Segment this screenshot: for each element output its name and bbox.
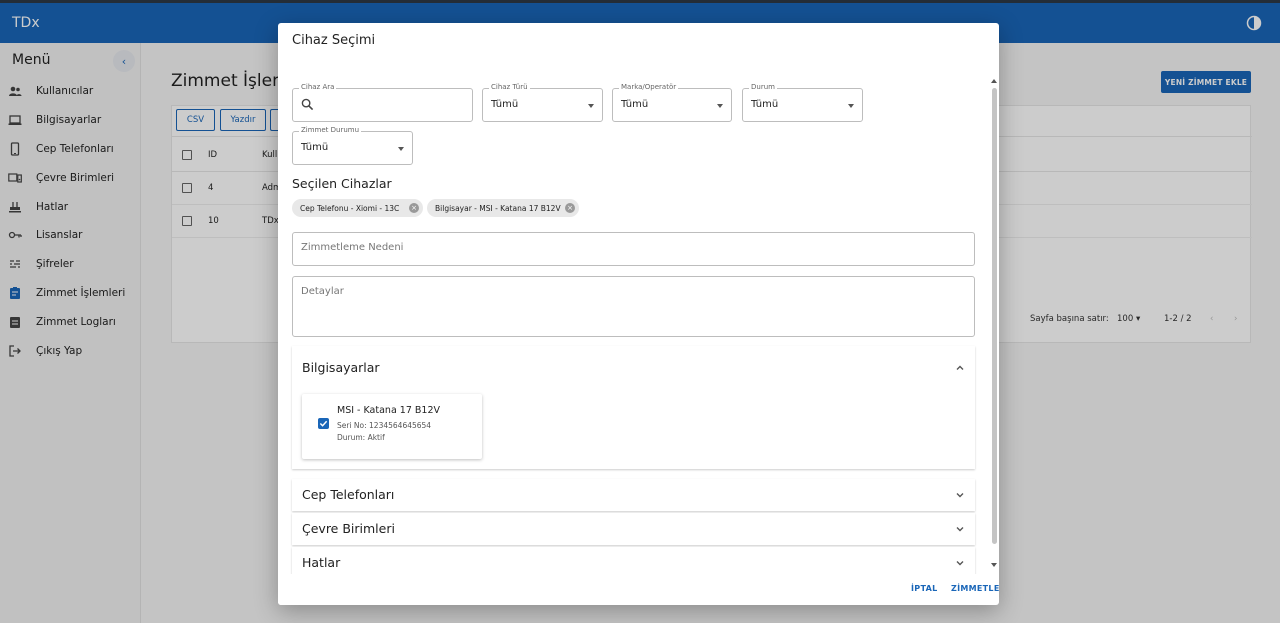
field-label: Durum bbox=[749, 83, 777, 91]
assign-button[interactable]: ZİMMETLE bbox=[951, 584, 999, 593]
dropdown-arrow-icon bbox=[848, 104, 854, 108]
accordion-title: Çevre Birimleri bbox=[302, 521, 395, 536]
chevron-down-icon bbox=[956, 527, 964, 532]
chevron-up-icon[interactable] bbox=[955, 363, 965, 373]
accordion-peripherals[interactable]: Çevre Birimleri bbox=[292, 513, 975, 545]
device-checkbox[interactable] bbox=[318, 418, 329, 429]
chip-remove-icon[interactable]: × bbox=[565, 203, 575, 213]
cancel-button[interactable]: İPTAL bbox=[911, 584, 937, 593]
chip-label: Cep Telefonu - Xiomi - 13C bbox=[300, 203, 400, 213]
accordion-title[interactable]: Bilgisayarlar bbox=[302, 360, 380, 375]
device-name: MSI - Katana 17 B12V bbox=[337, 405, 441, 416]
scroll-down-icon[interactable] bbox=[991, 563, 997, 567]
device-serial: Seri No: 1234564645654 bbox=[337, 421, 432, 430]
device-status: Durum: Aktif bbox=[337, 433, 385, 442]
device-search-input[interactable]: Cihaz Ara bbox=[292, 83, 473, 122]
field-value: Tümü bbox=[301, 142, 329, 153]
field-value: Tümü bbox=[751, 99, 779, 110]
accordion-title: Cep Telefonları bbox=[302, 487, 395, 502]
status-select[interactable]: Durum Tümü bbox=[742, 83, 863, 122]
device-selection-dialog: Cihaz Seçimi Cihaz Ara Cihaz Türü Tümü M… bbox=[278, 23, 999, 605]
field-value: Tümü bbox=[491, 99, 519, 110]
selected-device-chip[interactable]: Bilgisayar - MSI - Katana 17 B12V × bbox=[427, 199, 579, 217]
field-label: Zimmet Durumu bbox=[299, 126, 362, 134]
scroll-up-icon[interactable] bbox=[991, 79, 997, 83]
dropdown-arrow-icon bbox=[588, 104, 594, 108]
search-icon bbox=[301, 98, 314, 111]
device-type-select[interactable]: Cihaz Türü Tümü bbox=[482, 83, 603, 122]
assignment-reason-input[interactable]: Zimmetleme Nedeni bbox=[292, 232, 975, 266]
details-textarea[interactable]: Detaylar bbox=[292, 276, 975, 337]
dropdown-arrow-icon bbox=[398, 147, 404, 151]
field-value: Tümü bbox=[621, 99, 649, 110]
accordion-phones[interactable]: Cep Telefonları bbox=[292, 479, 975, 511]
field-label: Cihaz Ara bbox=[299, 83, 337, 91]
chip-label: Bilgisayar - MSI - Katana 17 B12V bbox=[435, 203, 561, 213]
dialog-actions bbox=[278, 574, 989, 605]
accordion-title: Hatlar bbox=[302, 555, 341, 570]
field-placeholder: Detaylar bbox=[301, 286, 344, 297]
field-label: Marka/Operatör bbox=[619, 83, 679, 91]
chevron-down-icon bbox=[956, 493, 964, 498]
assignment-status-select[interactable]: Zimmet Durumu Tümü bbox=[292, 126, 413, 165]
field-label: Cihaz Türü bbox=[489, 83, 530, 91]
field-placeholder: Zimmetleme Nedeni bbox=[301, 242, 404, 253]
check-icon bbox=[319, 420, 328, 427]
chevron-down-icon bbox=[956, 561, 964, 566]
selected-devices-title: Seçilen Cihazlar bbox=[292, 176, 392, 191]
selected-device-chip[interactable]: Cep Telefonu - Xiomi - 13C × bbox=[292, 199, 423, 217]
brand-operator-select[interactable]: Marka/Operatör Tümü bbox=[612, 83, 732, 122]
dropdown-arrow-icon bbox=[717, 104, 723, 108]
scrollbar-thumb[interactable] bbox=[991, 88, 997, 544]
dialog-title: Cihaz Seçimi bbox=[292, 33, 376, 48]
accordion-computers: Bilgisayarlar MSI - Katana 17 B12V Seri … bbox=[292, 346, 975, 469]
chip-remove-icon[interactable]: × bbox=[409, 203, 419, 213]
dialog-scrollbar[interactable] bbox=[990, 79, 998, 572]
device-card[interactable]: MSI - Katana 17 B12V Seri No: 1234564645… bbox=[302, 394, 482, 459]
